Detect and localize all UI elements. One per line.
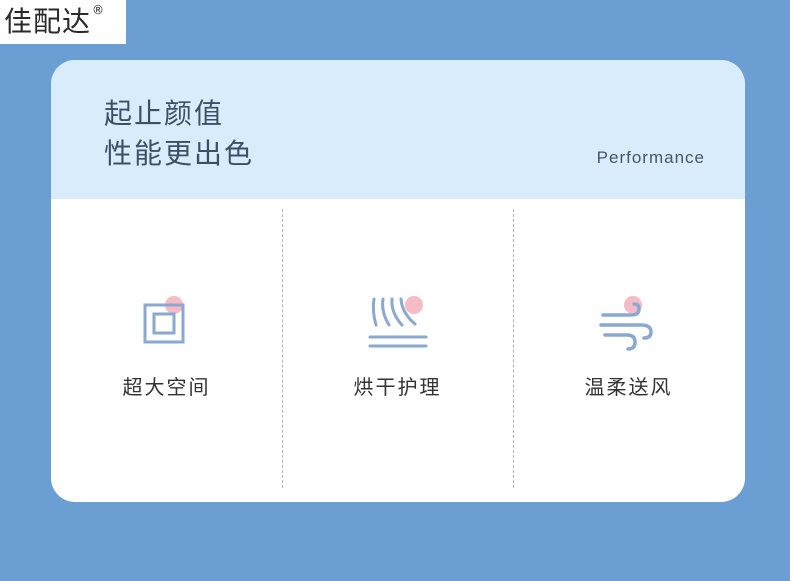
headline-line-2: 性能更出色 (104, 137, 255, 170)
feature-gentle-air: 温柔送风 (513, 199, 744, 502)
feature-drying-care: 烘干护理 (282, 199, 513, 502)
card-header: 起止颜值 性能更出色 Performance (51, 60, 745, 199)
brand-name: 佳配达 (4, 5, 92, 38)
feature-label: 超大空间 (122, 375, 211, 399)
wind-icon (513, 295, 744, 357)
registered-mark: ® (92, 3, 105, 17)
square-space-icon (51, 295, 282, 357)
headline-line-1: 起止颜值 (104, 97, 225, 130)
brand-logo: 佳配达 ® (0, 0, 126, 44)
feature-label: 温柔送风 (584, 375, 673, 399)
feature-large-space: 超大空间 (51, 199, 282, 502)
feature-label: 烘干护理 (353, 375, 442, 399)
heat-dry-icon (282, 295, 513, 357)
features-row: 超大空间 烘干护理 温柔送风 (51, 199, 745, 502)
header-subtitle-en: Performance (596, 148, 705, 167)
feature-card: 起止颜值 性能更出色 Performance 超大空间 烘干护理 温柔送风 (51, 60, 745, 502)
headline: 起止颜值 性能更出色 (104, 94, 254, 174)
